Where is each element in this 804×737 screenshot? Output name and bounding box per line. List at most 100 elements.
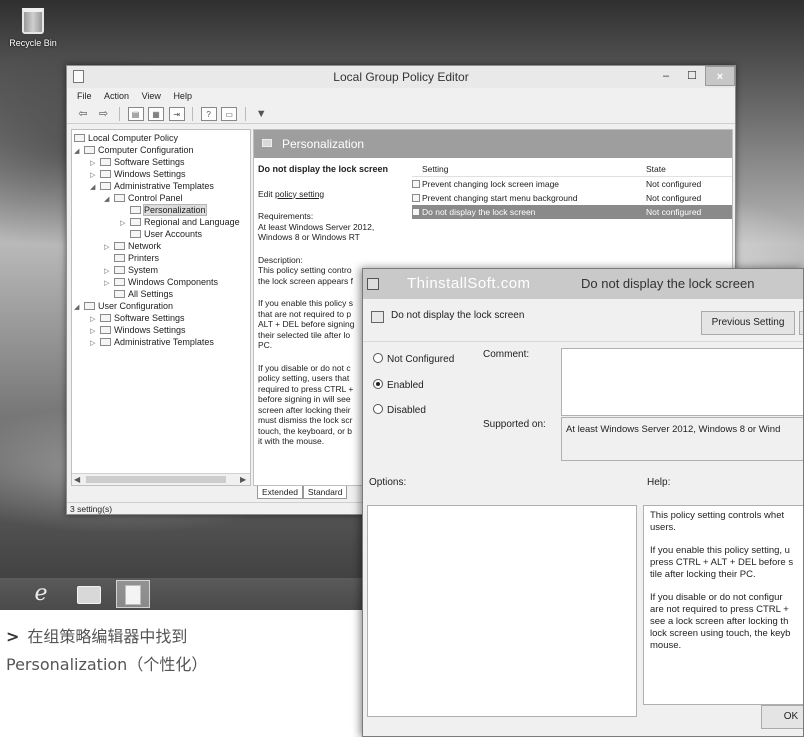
policy-setting-dialog: ThinstallSoft.com Do not display the loc… xyxy=(362,268,804,737)
expand-arrow-icon[interactable]: ▷ xyxy=(104,242,114,254)
tree-node-personalization[interactable]: Personalization xyxy=(130,204,207,216)
recycle-bin-icon xyxy=(22,8,44,34)
folder-icon xyxy=(114,242,125,250)
properties-icon[interactable]: ▭ xyxy=(221,107,238,121)
settings-header-row: Setting State xyxy=(412,164,732,177)
tree-node-network[interactable]: ▷ Network xyxy=(104,240,161,252)
file-explorer-icon[interactable] xyxy=(72,580,106,608)
help-icon[interactable]: ? xyxy=(200,107,217,121)
tree-node-user-software-settings[interactable]: ▷ Software Settings xyxy=(90,312,185,324)
gpe-window-title: Local Group Policy Editor xyxy=(333,70,469,84)
expand-arrow-icon[interactable]: ◢ xyxy=(74,302,84,314)
tree-node-user-windows-settings[interactable]: ▷ Windows Settings xyxy=(90,324,186,336)
previous-setting-button[interactable]: Previous Setting xyxy=(701,311,795,335)
expand-arrow-icon[interactable]: ◢ xyxy=(90,182,100,194)
forward-arrow-icon[interactable]: ⇨ xyxy=(96,107,112,121)
description-title: Do not display the lock screen xyxy=(258,164,389,174)
tree-node-all-settings[interactable]: All Settings xyxy=(114,288,173,300)
options-label: Options: xyxy=(369,477,407,488)
group-policy-editor-taskbar-icon[interactable] xyxy=(116,580,150,608)
folder-icon xyxy=(100,158,111,166)
caption-arrow: > xyxy=(6,627,20,646)
tree-node-user-administrative-templates[interactable]: ▷ Administrative Templates xyxy=(90,336,214,348)
column-header-state[interactable]: State xyxy=(646,164,666,174)
expand-arrow-icon[interactable]: ▷ xyxy=(104,278,114,290)
radio-not-configured[interactable]: Not Configured xyxy=(373,353,454,365)
tree-node-windows-settings[interactable]: ▷ Windows Settings xyxy=(90,168,186,180)
folder-icon xyxy=(100,182,111,190)
help-panel[interactable]: This policy setting controls whet users.… xyxy=(643,505,803,705)
setting-row[interactable]: Prevent changing lock screen image Not c… xyxy=(412,177,732,191)
radio-circle-icon xyxy=(373,353,383,363)
toolbar: ⇦ ⇨ ▤ ▦ ⇥ ? ▭ ▼ xyxy=(67,104,735,124)
tree-node-control-panel[interactable]: ◢ Control Panel xyxy=(104,192,183,204)
tree-node-user-accounts[interactable]: User Accounts xyxy=(130,228,202,240)
setting-row[interactable]: Prevent changing start menu background N… xyxy=(412,191,732,205)
column-header-setting[interactable]: Setting xyxy=(422,164,448,174)
view-tabs: Extended Standard xyxy=(257,486,348,499)
tab-extended[interactable]: Extended xyxy=(257,486,303,499)
folder-icon xyxy=(100,326,111,334)
setting-icon xyxy=(412,208,420,216)
dialog-setting-name: Do not display the lock screen xyxy=(391,310,525,321)
tree-node-windows-components[interactable]: ▷ Windows Components xyxy=(104,276,218,288)
gpe-titlebar[interactable]: Local Group Policy Editor – ☐ × xyxy=(67,66,735,88)
scrollbar-thumb[interactable] xyxy=(86,476,226,483)
comment-textarea[interactable] xyxy=(561,348,803,416)
recycle-bin-shortcut[interactable]: Recycle Bin xyxy=(8,8,58,48)
radio-selected-icon xyxy=(373,379,383,389)
tree-horizontal-scrollbar[interactable]: ◀ ▶ xyxy=(72,473,250,485)
options-panel xyxy=(367,505,637,717)
dialog-titlebar[interactable]: ThinstallSoft.com Do not display the loc… xyxy=(363,269,803,299)
menu-view[interactable]: View xyxy=(142,88,161,104)
expand-arrow-icon[interactable]: ◢ xyxy=(104,194,114,206)
watermark-text: ThinstallSoft.com xyxy=(407,275,531,292)
folder-icon xyxy=(114,266,125,274)
maximize-button[interactable]: ☐ xyxy=(679,66,705,86)
internet-explorer-icon[interactable]: e xyxy=(24,580,58,608)
filter-icon[interactable]: ▼ xyxy=(253,107,269,121)
computer-icon xyxy=(84,146,95,154)
tree-node-software-settings[interactable]: ▷ Software Settings xyxy=(90,156,185,168)
expand-arrow-icon[interactable]: ◢ xyxy=(74,146,84,158)
help-paragraph: If you enable this policy setting, u pre… xyxy=(650,545,794,580)
tree-node-administrative-templates[interactable]: ◢ Administrative Templates xyxy=(90,180,214,192)
menu-action[interactable]: Action xyxy=(104,88,129,104)
tree-node-local-computer-policy[interactable]: Local Computer Policy xyxy=(74,132,178,144)
toolbar-divider xyxy=(192,107,194,121)
expand-arrow-icon[interactable]: ▷ xyxy=(90,338,100,350)
requirements-text: Requirements: At least Windows Server 20… xyxy=(258,211,375,242)
export-list-icon[interactable]: ⇥ xyxy=(168,107,185,121)
menu-bar: File Action View Help xyxy=(67,88,735,104)
tab-standard[interactable]: Standard xyxy=(302,486,348,499)
setting-row-selected[interactable]: Do not display the lock screen Not confi… xyxy=(412,205,732,219)
radio-enabled[interactable]: Enabled xyxy=(373,379,424,391)
setting-icon xyxy=(412,194,420,202)
recycle-bin-label: Recycle Bin xyxy=(9,38,57,48)
ok-button[interactable]: OK xyxy=(761,705,803,729)
menu-help[interactable]: Help xyxy=(173,88,192,104)
expand-arrow-icon[interactable]: ▷ xyxy=(120,218,130,230)
scroll-left-icon[interactable]: ◀ xyxy=(74,474,80,485)
edit-policy-setting-link[interactable]: policy setting xyxy=(275,189,324,199)
tree-node-computer-configuration[interactable]: ◢ Computer Configuration xyxy=(74,144,194,156)
comment-label: Comment: xyxy=(483,349,530,360)
folder-icon xyxy=(114,278,125,286)
tree-node-user-configuration[interactable]: ◢ User Configuration xyxy=(74,300,173,312)
back-arrow-icon[interactable]: ⇦ xyxy=(75,107,91,121)
dialog-app-icon xyxy=(367,278,379,290)
radio-disabled[interactable]: Disabled xyxy=(373,404,426,416)
edit-policy-line: Edit policy setting xyxy=(258,188,325,199)
menu-file[interactable]: File xyxy=(77,88,92,104)
tree-node-system[interactable]: ▷ System xyxy=(104,264,158,276)
up-folder-icon[interactable]: ▤ xyxy=(127,107,144,121)
policy-icon xyxy=(371,311,384,323)
tree-node-printers[interactable]: Printers xyxy=(114,252,159,264)
tree-node-regional-and-language[interactable]: ▷ Regional and Language xyxy=(120,216,240,228)
next-setting-button[interactable] xyxy=(799,311,803,335)
minimize-button[interactable]: – xyxy=(653,66,679,86)
close-button[interactable]: × xyxy=(705,66,735,86)
supported-on-value: At least Windows Server 2012, Windows 8 … xyxy=(561,417,803,461)
show-hide-tree-icon[interactable]: ▦ xyxy=(148,107,165,121)
scroll-right-icon[interactable]: ▶ xyxy=(240,474,246,485)
